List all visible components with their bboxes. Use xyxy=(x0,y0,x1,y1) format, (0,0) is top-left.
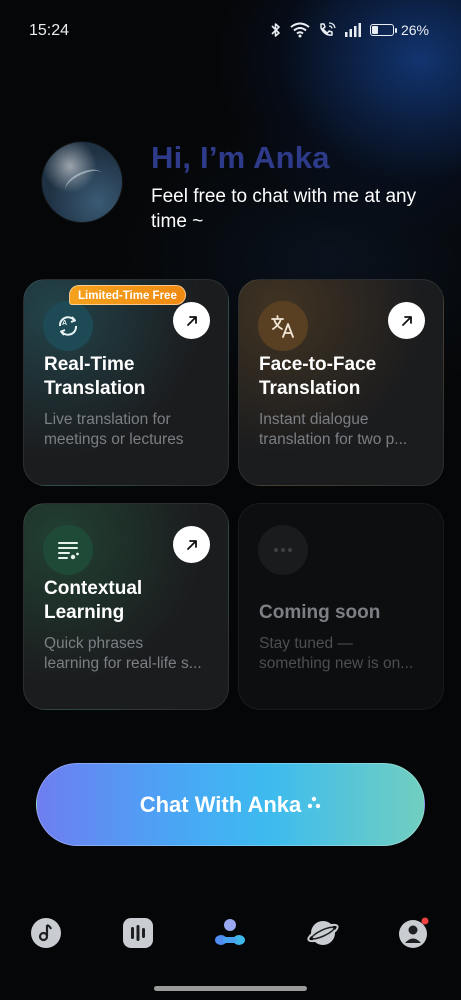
nav-podcast[interactable] xyxy=(120,915,156,951)
card-coming-soon: Coming soon Stay tuned — something new i… xyxy=(238,503,444,710)
more-dots-icon xyxy=(258,525,308,575)
svg-text:A: A xyxy=(62,320,67,327)
status-time: 15:24 xyxy=(29,22,70,39)
card-desc-line: Quick phrases xyxy=(44,635,144,652)
notification-dot xyxy=(421,917,429,925)
card-desc-line: learning for real-life s... xyxy=(44,655,202,672)
card-desc-line: meetings or lectures xyxy=(44,431,184,448)
music-note-icon xyxy=(31,918,61,948)
card-title-line: Translation xyxy=(259,378,361,399)
nav-anka[interactable] xyxy=(212,915,248,951)
card-title: Contextual Learning xyxy=(44,577,219,625)
card-desc-line: Instant dialogue xyxy=(259,411,369,428)
planet-icon xyxy=(307,921,339,945)
sync-translate-icon: A xyxy=(43,301,93,351)
bottom-nav xyxy=(0,915,461,975)
nav-explore[interactable] xyxy=(305,915,341,951)
card-title: Real-Time Translation xyxy=(44,353,219,401)
arrow-up-right-icon xyxy=(401,315,412,326)
card-desc-line: Stay tuned — xyxy=(259,635,353,652)
profile-icon xyxy=(399,917,429,948)
arrow-up-right-icon xyxy=(186,539,197,550)
limited-time-free-badge: Limited-Time Free xyxy=(69,285,186,305)
card-desc-line: Live translation for xyxy=(44,411,171,428)
language-translate-icon xyxy=(258,301,308,351)
battery-icon: 26% xyxy=(369,22,429,38)
card-description: Instant dialogue translation for two p..… xyxy=(259,410,431,450)
open-arrow-button[interactable] xyxy=(388,302,425,339)
cta-label: Chat With Anka xyxy=(139,791,302,817)
card-title-line: Contextual xyxy=(44,578,143,599)
open-arrow-button[interactable] xyxy=(173,526,210,563)
home-indicator[interactable] xyxy=(154,986,307,991)
audio-bars-icon xyxy=(123,918,153,948)
anka-assistant-icon xyxy=(215,919,245,945)
nav-profile[interactable] xyxy=(396,915,432,951)
notes-list-icon xyxy=(43,525,93,575)
bluetooth-icon xyxy=(270,22,282,38)
signal-icon xyxy=(344,22,362,38)
nav-music[interactable] xyxy=(28,915,64,951)
open-arrow-button[interactable] xyxy=(173,302,210,339)
card-contextual-learning[interactable]: Contextual Learning Quick phrases learni… xyxy=(23,503,229,710)
card-desc-line: translation for two p... xyxy=(259,431,408,448)
sparkle-dots-icon xyxy=(307,792,321,818)
battery-percent: 26% xyxy=(400,22,429,38)
card-title: Coming soon xyxy=(259,602,381,623)
card-title-line: Translation xyxy=(44,378,146,399)
card-real-time-translation[interactable]: A Real-Time Translation Live translation… xyxy=(23,279,229,486)
wifi-icon xyxy=(290,22,310,38)
card-description: Live translation for meetings or lecture… xyxy=(44,410,216,450)
anka-avatar xyxy=(42,142,122,222)
card-title-line: Learning xyxy=(44,602,125,623)
card-desc-line: something new is on... xyxy=(259,655,414,672)
status-icons: 26% xyxy=(270,22,429,38)
greeting-title: Hi, I’m Anka xyxy=(151,140,330,175)
wifi-calling-icon xyxy=(318,22,336,38)
greeting-subtitle: Feel free to chat with me at any time ~ xyxy=(151,186,417,232)
arrow-up-right-icon xyxy=(186,315,197,326)
card-description: Quick phrases learning for real-life s..… xyxy=(44,634,216,674)
card-title-line: Face-to-Face xyxy=(259,354,377,375)
card-description: Stay tuned — something new is on... xyxy=(259,634,431,674)
status-bar: 15:24 26% xyxy=(0,0,461,62)
chat-with-anka-button[interactable]: Chat With Anka xyxy=(36,763,425,846)
card-title-line: Real-Time xyxy=(44,354,135,375)
card-face-to-face-translation[interactable]: Face-to-Face Translation Instant dialogu… xyxy=(238,279,444,486)
card-title: Face-to-Face Translation xyxy=(259,353,434,401)
